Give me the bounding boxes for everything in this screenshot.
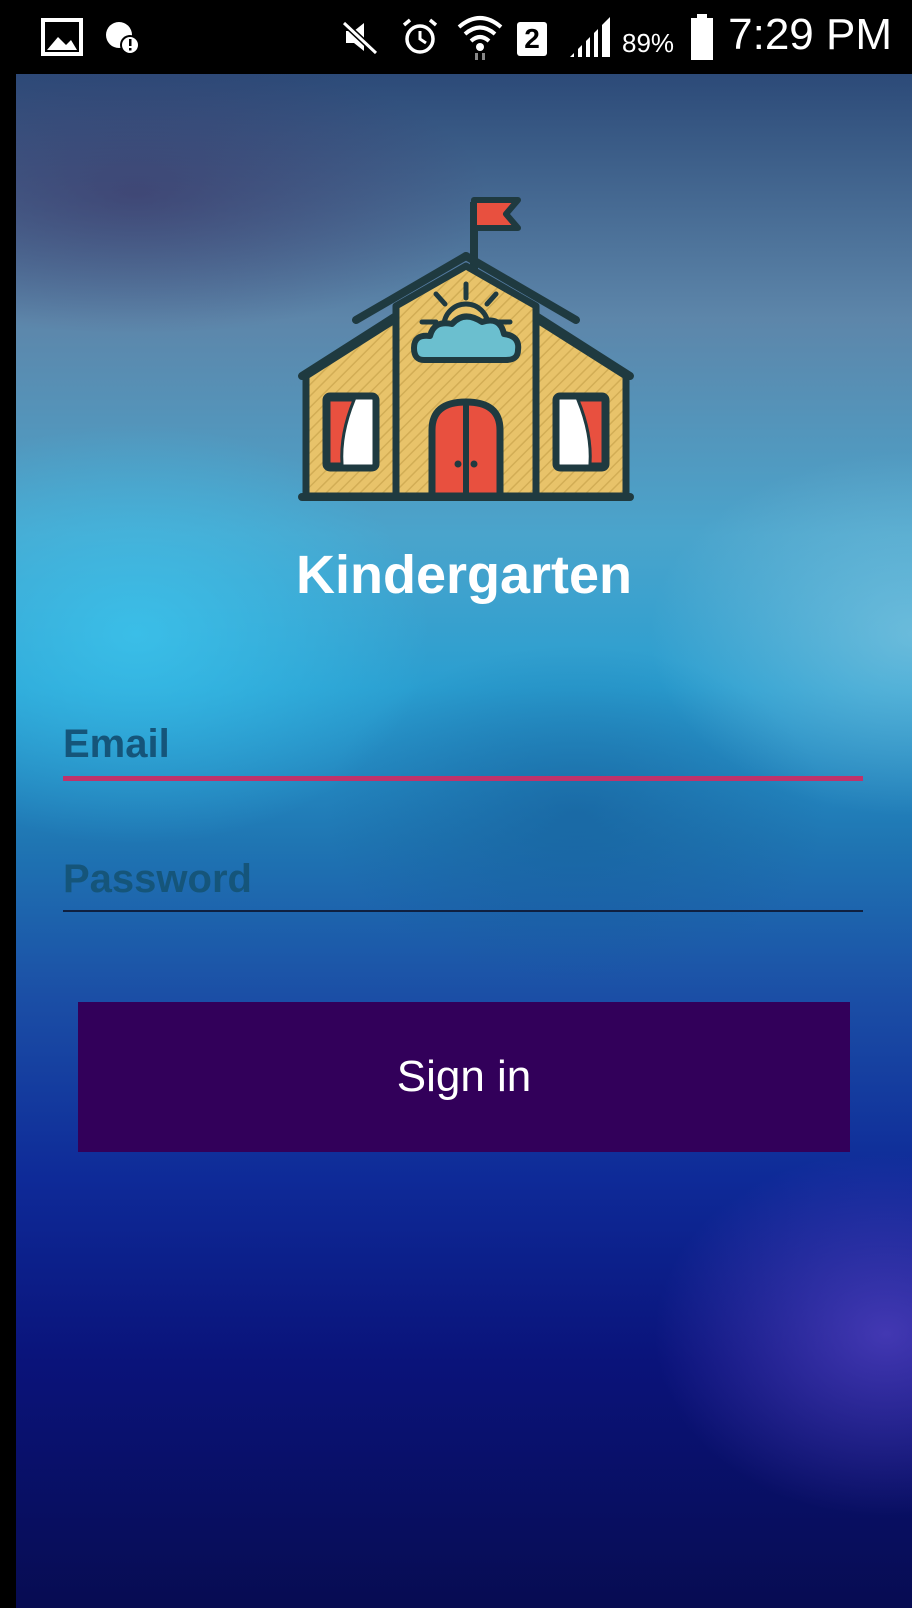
password-underline [63,910,863,912]
app-title: Kindergarten [295,545,633,605]
notification-alert-icon [102,0,142,74]
gallery-icon [40,0,84,74]
password-field[interactable]: Password [63,849,863,919]
signal-icon [568,0,612,74]
battery-icon [690,0,714,74]
sign-in-button[interactable]: Sign in [78,1002,850,1152]
sim-2-icon: 2 [517,22,547,56]
email-field[interactable]: Email [63,714,863,784]
email-underline [63,776,863,781]
password-label: Password [63,857,252,901]
email-label: Email [63,722,170,766]
status-time: 7:29 PM [728,10,892,59]
alarm-icon [400,0,440,74]
wifi-icon [455,0,505,74]
mute-icon [340,0,380,74]
school-house-icon [298,197,634,501]
battery-percent: 89% [622,28,675,58]
status-bar: 2 89% 7:29 PM [0,0,912,74]
device-frame: 2 89% 7:29 PM Kindergarten Email Passwor… [0,0,912,1608]
login-screen: Kindergarten Email Password Sign in [16,74,912,1608]
